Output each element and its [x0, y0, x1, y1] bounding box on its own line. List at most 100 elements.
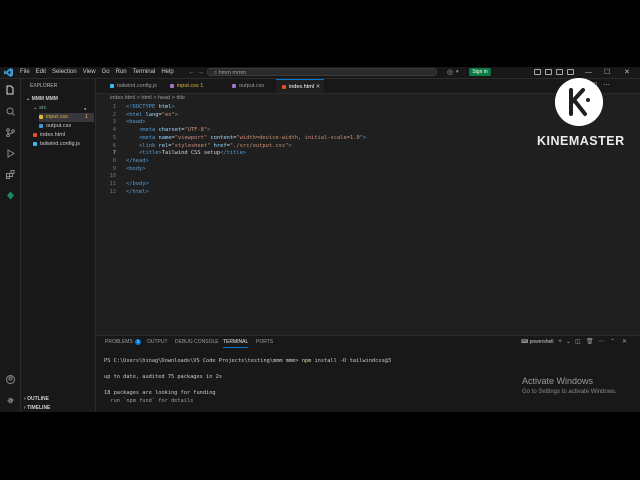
code-line[interactable]: 3 <head>	[96, 119, 146, 127]
title-bar: File Edit Selection View Go Run Terminal…	[0, 67, 640, 79]
code-text: </head>	[126, 157, 149, 164]
css-file-icon	[232, 83, 236, 88]
folder-src[interactable]: ⌄ src	[33, 104, 46, 113]
html-file-icon	[282, 84, 286, 89]
code-line[interactable]: 8 </head>	[96, 158, 149, 166]
terminal-text: up to date, audited 75 packages in 2s	[104, 373, 222, 380]
outline-section[interactable]: › OUTLINE	[24, 395, 49, 404]
tab-ports[interactable]: PORTS	[256, 336, 273, 348]
back-arrow-icon[interactable]: ←	[188, 67, 195, 78]
extensions-icon[interactable]	[5, 169, 15, 179]
tailwind-file-icon	[110, 83, 114, 88]
chevron-down-icon[interactable]: ▾	[456, 67, 459, 78]
menu-view[interactable]: View	[83, 67, 96, 78]
tab-terminal[interactable]: TERMINAL	[223, 336, 249, 348]
tab-problems[interactable]: PROBLEMS 1	[105, 336, 142, 348]
maximize-icon[interactable]: ☐	[604, 67, 610, 78]
kill-terminal-icon[interactable]: 🗑	[586, 336, 594, 348]
line-number: 11	[109, 181, 117, 187]
tab-debug-console[interactable]: DEBUG CONSOLE	[175, 336, 219, 348]
maximize-panel-icon[interactable]: ⌃	[610, 336, 615, 348]
account-icon[interactable]	[5, 374, 15, 384]
forward-arrow-icon[interactable]: →	[197, 67, 204, 78]
code-line[interactable]: 10	[96, 173, 126, 181]
toggle-sidebar-icon[interactable]	[534, 69, 541, 75]
code-line[interactable]: 7 <title>Tailwind CSS setup</title>	[96, 150, 246, 158]
menu-terminal[interactable]: Terminal	[133, 67, 156, 78]
line-number: 5	[112, 134, 116, 141]
file-tailwind-config[interactable]: tailwind.config.js	[33, 140, 80, 149]
terminal-icon: ⌨	[521, 339, 530, 345]
line-number: 6	[112, 142, 116, 149]
code-line[interactable]: 1 <!DOCTYPE html>	[96, 104, 175, 112]
toggle-secondary-sidebar-icon[interactable]	[556, 69, 563, 75]
line-number: 9	[112, 165, 116, 172]
close-panel-icon[interactable]: ✕	[622, 336, 627, 348]
panel-tabs: PROBLEMS 1 OUTPUT DEBUG CONSOLE TERMINAL …	[96, 336, 640, 348]
tab-index-html[interactable]: index.html ✕	[276, 79, 324, 93]
customize-layout-icon[interactable]	[567, 69, 574, 75]
terminal-command: npm	[301, 358, 312, 364]
code-line[interactable]: 6 <link rel="stylesheet" href="./src/out…	[96, 143, 292, 151]
code-text: <head>	[126, 119, 146, 126]
breadcrumb[interactable]: index.html > html > head > title	[110, 94, 185, 103]
code-line[interactable]: 4 <meta charset="UTF-8">	[96, 127, 211, 135]
code-line[interactable]: 12 </html>	[96, 189, 149, 197]
tab-input-css[interactable]: input.css 1	[164, 79, 218, 93]
tab-tailwind-config[interactable]: tailwind.config.js	[96, 79, 164, 93]
settings-gear-icon[interactable]	[5, 395, 15, 405]
vscode-window: File Edit Selection View Go Run Terminal…	[0, 67, 640, 412]
workspace-root[interactable]: ⌄ MMM MMM	[26, 95, 58, 104]
bottom-panel: PROBLEMS 1 OUTPUT DEBUG CONSOLE TERMINAL …	[96, 335, 640, 412]
code-line[interactable]: 9 <body>	[96, 165, 146, 174]
terminal-shell-label[interactable]: ⌨ powershell	[521, 336, 554, 348]
terminal-line: 18 packages are looking for funding	[104, 389, 216, 397]
sign-in-button[interactable]: Sign in	[469, 68, 491, 76]
code-line[interactable]: 5 <meta name="viewport" content="width=d…	[96, 135, 366, 143]
code-text: <html lang="en">	[126, 111, 178, 118]
chevron-down-icon[interactable]: ⌄	[566, 336, 571, 348]
explorer-sidebar: EXPLORER ⌄ MMM MMM ⌄ src ● input.css 1 o…	[21, 79, 96, 412]
activate-windows-subtitle: Go to Settings to activate Windows.	[522, 389, 617, 395]
menu-edit[interactable]: Edit	[36, 67, 46, 78]
code-line[interactable]: 11 </body>	[96, 181, 149, 189]
command-center-search[interactable]: ⌕ hmm mmm	[207, 68, 437, 76]
file-index-html[interactable]: index.html	[33, 131, 65, 140]
docker-icon[interactable]	[5, 190, 15, 200]
source-control-icon[interactable]	[5, 127, 15, 137]
terminal-line: up to date, audited 75 packages in 2s	[104, 373, 222, 381]
menu-go[interactable]: Go	[102, 67, 110, 78]
run-debug-icon[interactable]	[5, 148, 15, 158]
timeline-section[interactable]: › TIMELINE	[24, 404, 50, 412]
split-terminal-icon[interactable]: ◫	[575, 336, 581, 348]
menu-bar: File Edit Selection View Go Run Terminal…	[20, 67, 174, 78]
tab-output[interactable]: OUTPUT	[147, 336, 168, 348]
code-text: <title>Tailwind CSS setup</title>	[138, 150, 247, 157]
code-text: <meta name="viewport" content="width=dev…	[138, 134, 367, 141]
tab-output-css[interactable]: output.css	[218, 79, 276, 93]
menu-selection[interactable]: Selection	[52, 67, 77, 78]
toggle-panel-icon[interactable]	[545, 69, 552, 75]
explorer-icon[interactable]	[5, 85, 15, 95]
close-icon[interactable]: ✕	[624, 67, 630, 78]
file-output-css[interactable]: output.css	[39, 122, 71, 131]
close-tab-icon[interactable]: ✕	[316, 84, 321, 90]
css-file-icon	[170, 83, 174, 88]
activity-bar	[0, 79, 21, 412]
menu-help[interactable]: Help	[161, 67, 173, 78]
more-actions-icon[interactable]: ⋯	[598, 336, 604, 348]
file-problem-badge: 1	[85, 114, 89, 120]
line-number: 7	[112, 150, 116, 157]
more-actions-icon[interactable]: ⋯	[603, 81, 610, 89]
new-terminal-icon[interactable]: +	[558, 336, 562, 348]
search-icon[interactable]	[5, 106, 15, 116]
code-text: </html>	[126, 188, 149, 195]
menu-file[interactable]: File	[20, 67, 30, 78]
minimize-icon[interactable]: —	[585, 67, 592, 78]
copilot-icon[interactable]: ◎	[447, 67, 453, 78]
menu-run[interactable]: Run	[116, 67, 127, 78]
code-line[interactable]: 2 <html lang="en">	[96, 112, 178, 120]
line-number: 1	[112, 104, 116, 110]
folder-modified-dot: ●	[84, 106, 87, 111]
line-number: 4	[112, 127, 116, 134]
